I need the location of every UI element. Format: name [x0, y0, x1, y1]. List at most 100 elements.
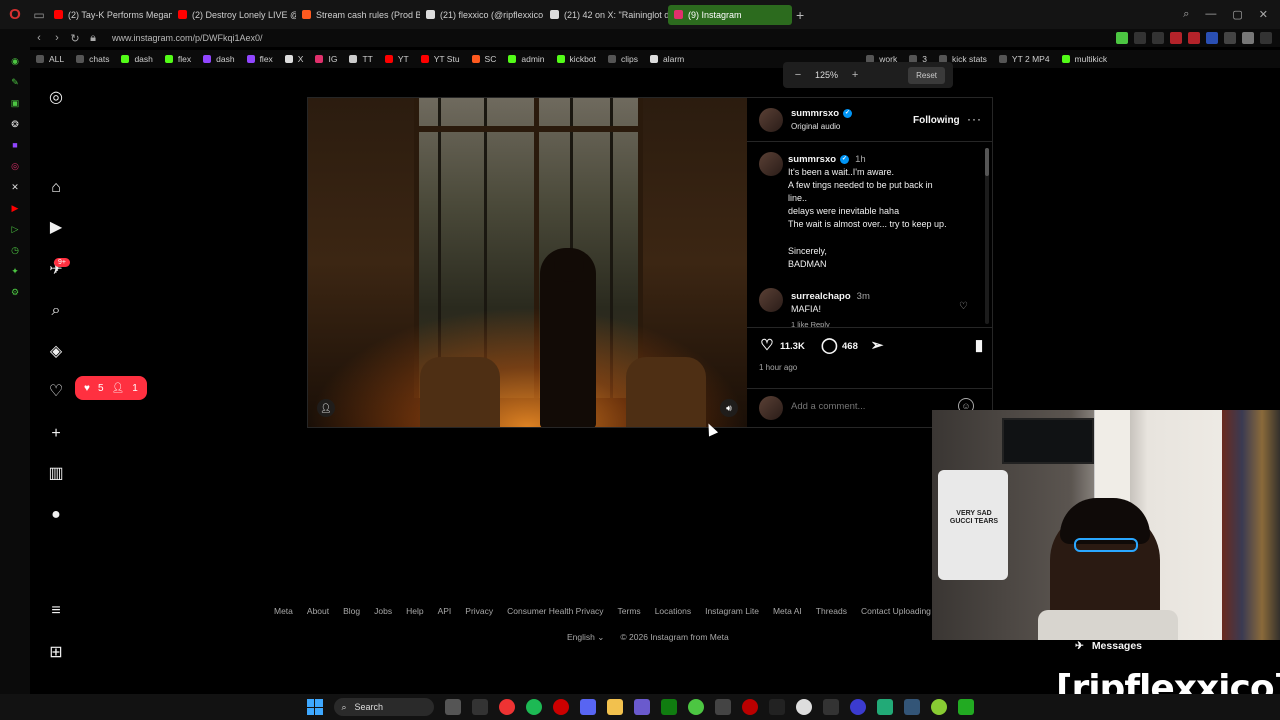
extension-icon[interactable]: [1188, 32, 1200, 44]
instagram-logo-icon[interactable]: ◎: [46, 88, 66, 108]
footer-link[interactable]: Terms: [618, 606, 641, 616]
comment-input[interactable]: [791, 401, 951, 412]
app-icon[interactable]: [687, 699, 704, 715]
extension-icon[interactable]: [1170, 32, 1182, 44]
chrome-icon[interactable]: [498, 699, 515, 715]
file-explorer-icon[interactable]: [606, 699, 623, 715]
bookmark-item[interactable]: alarm: [644, 54, 690, 64]
bookmark-item[interactable]: X: [279, 54, 310, 64]
app-icon[interactable]: [957, 699, 974, 715]
settings-icon[interactable]: ⚙: [9, 286, 21, 298]
footer-link[interactable]: Meta AI: [773, 606, 802, 616]
back-icon[interactable]: ‹: [30, 32, 48, 44]
search-tabs-icon[interactable]: ⌕: [1183, 8, 1189, 21]
x-icon[interactable]: ✕: [9, 181, 21, 193]
extension-icon[interactable]: [1152, 32, 1164, 44]
footer-link[interactable]: Instagram Lite: [705, 606, 759, 616]
maximize-icon[interactable]: ▢: [1232, 8, 1242, 21]
bookmark-item[interactable]: admin: [502, 54, 550, 64]
taskbar-search[interactable]: ⌕ Search: [333, 698, 434, 716]
following-button[interactable]: Following: [913, 115, 960, 126]
bookmark-item[interactable]: flex: [159, 54, 197, 64]
close-icon[interactable]: ✕: [1259, 8, 1268, 21]
profile-avatar-icon[interactable]: [1242, 32, 1254, 44]
more-options-icon[interactable]: ···: [967, 112, 982, 126]
profile-avatar[interactable]: ●: [46, 505, 66, 525]
zoom-in-button[interactable]: +: [848, 69, 862, 81]
app-icon[interactable]: [876, 699, 893, 715]
windows-start-icon[interactable]: [306, 699, 323, 715]
history-icon[interactable]: ◷: [9, 244, 21, 256]
extension-icon[interactable]: [1206, 32, 1218, 44]
app-icon[interactable]: [849, 699, 866, 715]
bookmark-item[interactable]: kickbot: [551, 54, 602, 64]
create-icon[interactable]: +: [46, 424, 66, 444]
comments-count[interactable]: 468: [842, 341, 858, 352]
opera-logo-icon[interactable]: O: [0, 0, 30, 29]
zoom-out-button[interactable]: −: [791, 69, 805, 81]
footer-link[interactable]: About: [307, 606, 329, 616]
workspace-icon[interactable]: ▣: [9, 97, 21, 109]
bookmark-item[interactable]: dash: [115, 54, 158, 64]
opera-gx-icon[interactable]: [552, 699, 569, 715]
zoom-icon[interactable]: [1116, 32, 1128, 44]
like-icon[interactable]: ♡: [759, 338, 775, 354]
bookmark-item[interactable]: ALL: [30, 54, 70, 64]
comment-meta[interactable]: 1 like Reply: [791, 320, 830, 327]
comment-author[interactable]: surrealchapo 3m: [791, 291, 870, 302]
footer-link[interactable]: API: [438, 606, 452, 616]
comment-icon[interactable]: ◯: [821, 338, 838, 354]
chatgpt-icon[interactable]: [795, 699, 812, 715]
app-icon[interactable]: [903, 699, 920, 715]
bookmark-item[interactable]: SC: [466, 54, 503, 64]
footer-link[interactable]: Threads: [816, 606, 847, 616]
app-icon[interactable]: [822, 699, 839, 715]
extension-icon[interactable]: [1260, 32, 1272, 44]
scrollbar-thumb[interactable]: [985, 148, 989, 176]
reload-icon[interactable]: ↻: [66, 32, 84, 45]
bookmark-item[interactable]: YT Stu: [415, 54, 466, 64]
caption-avatar[interactable]: [759, 152, 783, 176]
notifications-pill[interactable]: ♥ 5 👤︎ 1: [75, 376, 147, 400]
app-icon[interactable]: [633, 699, 650, 715]
tab-2[interactable]: (2) Destroy Lonely LIVE @: [172, 5, 296, 25]
footer-link[interactable]: Consumer Health Privacy: [507, 606, 603, 616]
footer-link[interactable]: Privacy: [465, 606, 493, 616]
bookmark-item[interactable]: chats: [70, 54, 115, 64]
bookmark-item[interactable]: YT: [379, 54, 415, 64]
tab-5[interactable]: (21) 42 on X: "Raininglot d: [544, 5, 668, 25]
extensions-icon[interactable]: ✦: [9, 265, 21, 277]
minimize-icon[interactable]: —: [1205, 8, 1216, 21]
forward-icon[interactable]: ›: [48, 32, 66, 44]
spotify-icon[interactable]: [525, 699, 542, 715]
app-icon[interactable]: [714, 699, 731, 715]
new-tab-icon[interactable]: +: [796, 7, 804, 23]
also-from-meta-icon[interactable]: ⊞: [46, 643, 66, 663]
bookmark-item[interactable]: multikick: [1056, 54, 1114, 64]
share-icon[interactable]: ➢: [869, 338, 885, 354]
tab-4[interactable]: (21) flexxico (@ripflexxico: [420, 5, 544, 25]
audio-label[interactable]: Original audio: [791, 122, 840, 131]
author-avatar[interactable]: [759, 108, 783, 132]
dashboard-icon[interactable]: ▥: [46, 464, 66, 484]
likes-count[interactable]: 11.3K: [780, 341, 805, 352]
bookmark-item[interactable]: IG: [309, 54, 343, 64]
footer-link[interactable]: Locations: [655, 606, 691, 616]
bookmark-item[interactable]: dash: [197, 54, 240, 64]
discord-icon[interactable]: [579, 699, 596, 715]
pinboard-icon[interactable]: ✎: [9, 76, 21, 88]
home-icon[interactable]: ⌂: [46, 178, 66, 198]
aria-icon[interactable]: ◉: [9, 55, 21, 67]
twitch-icon[interactable]: ■: [9, 139, 21, 151]
task-view-icon[interactable]: [444, 699, 461, 715]
tab-3[interactable]: Stream cash rules (Prod B: [296, 5, 420, 25]
reels-icon[interactable]: ▶: [46, 218, 66, 238]
epic-games-icon[interactable]: [768, 699, 785, 715]
app-icon[interactable]: [471, 699, 488, 715]
bookmark-item[interactable]: flex: [241, 54, 279, 64]
youtube-icon[interactable]: ▶: [9, 202, 21, 214]
language-select[interactable]: English ⌄: [567, 632, 604, 643]
footer-link[interactable]: Meta: [274, 606, 293, 616]
comment-avatar[interactable]: [759, 288, 783, 312]
xbox-icon[interactable]: [660, 699, 677, 715]
